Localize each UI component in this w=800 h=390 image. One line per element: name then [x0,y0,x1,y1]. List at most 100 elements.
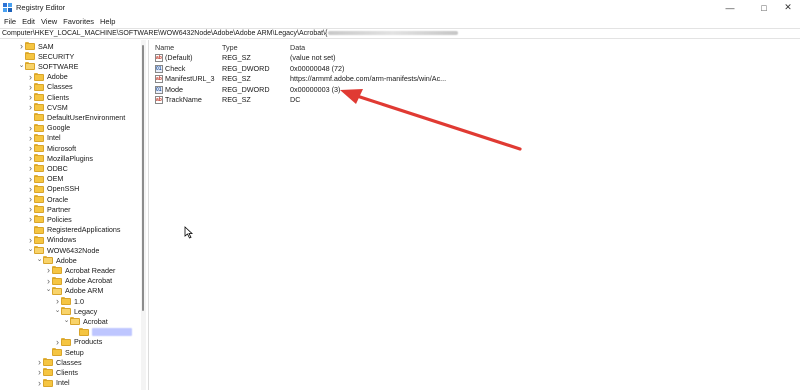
value-row[interactable]: Check REG_DWORD 0x00000048 (72) [150,64,800,74]
tree-item[interactable]: › SAM [18,41,54,51]
value-row[interactable]: Mode REG_DWORD 0x00000003 (3) [150,85,800,95]
tree-item[interactable]: › ODBC [27,163,68,173]
tree-item[interactable]: DefaultUserEnvironment [27,112,125,122]
value-type: REG_SZ [222,95,251,104]
tree-item[interactable]: › OEM [27,174,63,184]
chevron-right-icon[interactable]: › [27,214,34,224]
mouse-cursor-icon [184,226,194,239]
chevron-down-icon[interactable]: ⌄ [18,60,25,70]
value-row[interactable]: (Default) REG_SZ (value not set) [150,53,800,63]
selected-key-redacted[interactable] [92,327,132,336]
chevron-down-icon[interactable]: ⌄ [27,244,34,254]
tree-item[interactable]: › Classes [27,82,73,92]
value-row[interactable]: ManifestURL_3 REG_SZ https://armmf.adobe.c… [150,74,800,84]
close-button[interactable]: ✕ [776,1,800,14]
tree-item[interactable]: ⌄ Legacy [54,305,98,316]
chevron-right-icon[interactable]: › [27,174,34,184]
folder-icon [61,297,71,305]
chevron-right-icon[interactable]: › [27,123,34,133]
chevron-right-icon[interactable]: › [27,184,34,194]
menu-view[interactable]: View [39,15,61,28]
tree-item[interactable]: › Google [27,123,70,133]
tree-item[interactable] [72,327,132,337]
tree-item[interactable]: ⌄ Adobe [36,255,77,265]
chevron-right-icon[interactable]: › [27,163,34,173]
tree-item[interactable]: › Intel [36,378,70,388]
tree-item[interactable]: › OpenSSH [27,184,79,194]
tree-item[interactable]: Setup [45,347,84,357]
tree-item[interactable]: › Clients [27,92,69,102]
chevron-right-icon[interactable]: › [27,204,34,214]
tree-item[interactable]: RegisteredApplications [27,225,121,235]
folder-icon [34,174,44,183]
tree-item[interactable]: › Adobe Acrobat [45,276,112,286]
pane-splitter[interactable] [148,40,149,390]
chevron-down-icon[interactable]: ⌄ [36,254,43,264]
folder-icon [34,123,44,132]
tree-item[interactable]: › Oracle [27,194,68,204]
chevron-right-icon[interactable]: › [18,41,25,51]
tree-item-label: Classes [47,82,73,92]
tree-item[interactable]: › Partner [27,204,71,214]
tree-item[interactable]: SECURITY [18,51,74,61]
tree-item[interactable]: ⌄ Adobe ARM [45,284,104,296]
tree-item[interactable]: › Windows [27,235,76,245]
menu-help[interactable]: Help [98,15,119,28]
value-data: 0x00000003 (3) [290,84,341,94]
tree-item[interactable]: › Intel [27,133,61,143]
chevron-right-icon[interactable]: › [27,194,34,204]
value-type: REG_SZ [222,74,251,83]
chevron-right-icon[interactable]: › [45,265,52,275]
tree-item-label: 1.0 [74,296,84,306]
tree-item-label: Adobe Acrobat [65,276,113,286]
tree-item[interactable]: › CVSM [27,102,68,112]
chevron-right-icon[interactable]: › [36,378,43,388]
column-header-data[interactable]: Data [290,43,305,52]
minimize-button[interactable]: — [718,1,742,14]
chevron-down-icon[interactable]: ⌄ [63,315,70,325]
chevron-down-icon[interactable]: ⌄ [45,284,52,294]
chevron-right-icon[interactable]: › [27,143,34,153]
menu-favorites[interactable]: Favorites [61,15,98,28]
chevron-right-icon[interactable]: › [54,337,61,347]
chevron-right-icon[interactable]: › [27,82,34,92]
menu-edit[interactable]: Edit [20,15,39,28]
tree-scrollbar-thumb[interactable] [142,45,144,311]
tree-item[interactable]: › Acrobat Reader [45,265,115,275]
tree-item[interactable]: ⌄ Acrobat [63,316,108,326]
value-data: 0x00000048 (72) [290,63,345,73]
tree-item[interactable]: › Products [54,337,102,347]
address-bar[interactable]: Computer\HKEY_LOCAL_MACHINE\SOFTWARE\WOW… [0,28,800,39]
tree-item-label: Windows [47,235,77,245]
folder-icon [79,327,89,336]
tree-item[interactable]: › Adobe [27,72,68,82]
redacted-path-segment [328,31,459,36]
tree-item[interactable]: › Classes [36,357,82,367]
chevron-right-icon[interactable]: › [27,102,34,112]
chevron-right-icon[interactable]: › [36,357,43,367]
menu-file[interactable]: File [2,15,20,28]
tree-item-label: Acrobat Reader [65,265,116,275]
tree-item[interactable]: › MozillaPlugins [27,153,93,163]
dword-value-icon [155,85,163,94]
chevron-right-icon[interactable]: › [27,133,34,143]
folder-icon [52,348,62,356]
tree-item[interactable]: › Microsoft [27,143,76,153]
folder-icon [34,184,44,193]
maximize-button[interactable]: □ [752,1,776,14]
column-header-type[interactable]: Type [222,43,238,52]
chevron-right-icon[interactable]: › [36,367,43,377]
chevron-right-icon[interactable]: › [27,153,34,163]
tree-item[interactable]: › Policies [27,214,72,224]
value-row[interactable]: TrackName REG_SZ DC [150,95,800,105]
value-name: Mode [165,84,183,94]
chevron-right-icon[interactable]: › [27,92,34,102]
chevron-down-icon[interactable]: ⌄ [54,305,61,315]
chevron-right-icon[interactable]: › [27,72,34,82]
tree-item[interactable]: › Clients [36,367,78,377]
tree-item-label: Intel [47,133,61,143]
value-type: REG_DWORD [222,84,270,94]
tree-item[interactable]: ⌄ SOFTWARE [18,60,79,71]
column-header-name[interactable]: Name [155,43,174,52]
